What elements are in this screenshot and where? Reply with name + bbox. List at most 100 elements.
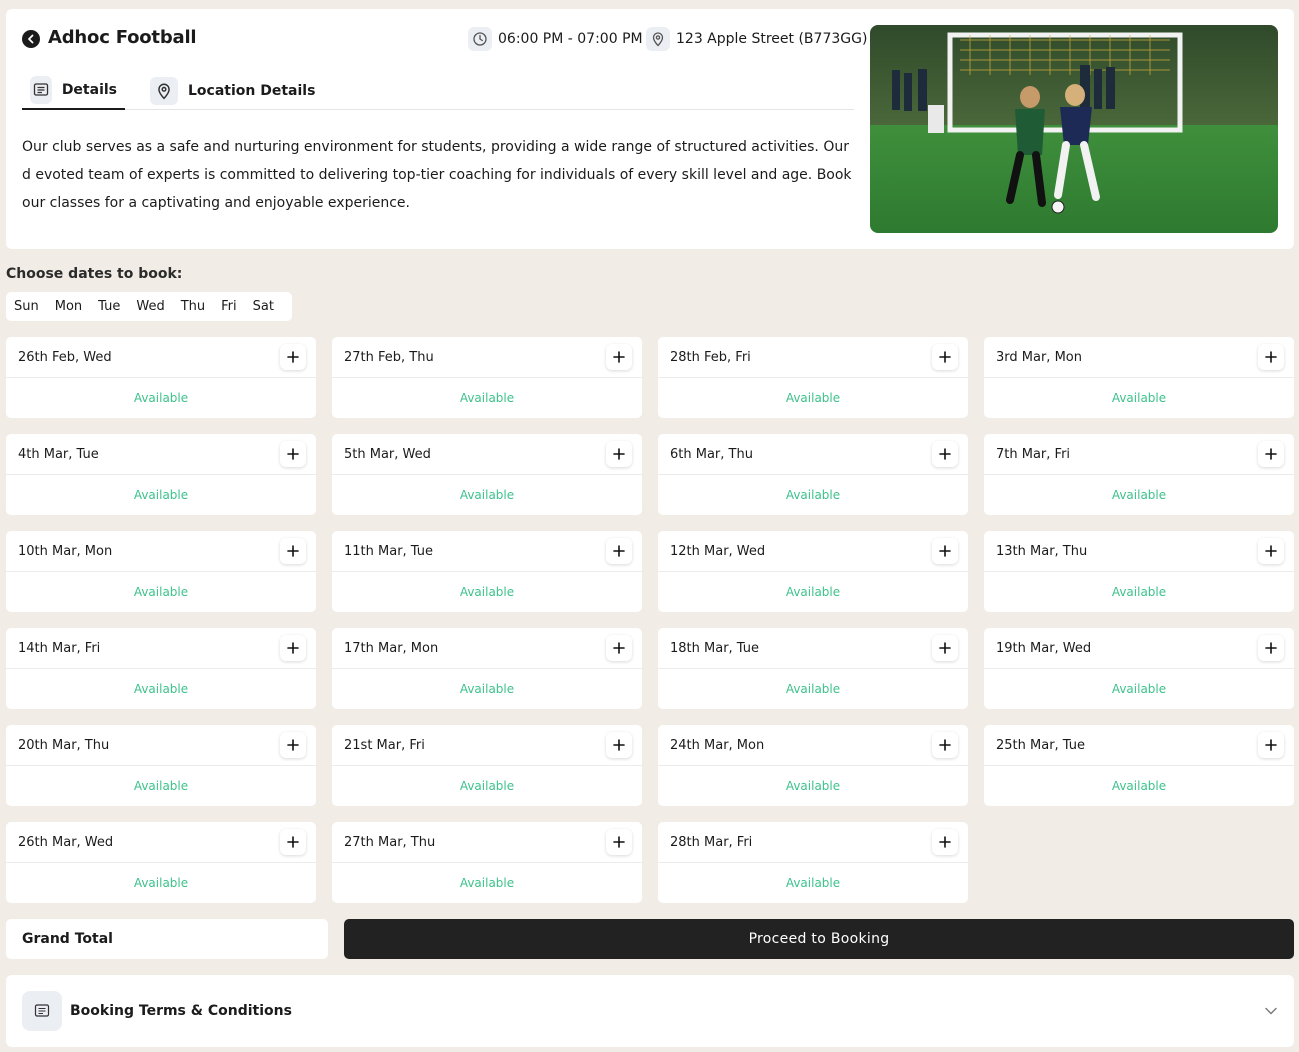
weekday-tue[interactable]: Tue (98, 299, 120, 314)
availability-status: Available (1111, 682, 1167, 696)
location-pin-icon (646, 27, 670, 51)
availability-status: Available (785, 585, 841, 599)
add-date-button[interactable] (1258, 635, 1284, 661)
add-date-button[interactable] (280, 344, 306, 370)
date-label: 25th Mar, Tue (996, 737, 1086, 753)
add-date-button[interactable] (280, 829, 306, 855)
event-description: Our club serves as a safe and nurturing … (22, 139, 852, 211)
add-date-button[interactable] (606, 441, 632, 467)
availability-status: Available (459, 391, 515, 405)
date-card-header: 11th Mar, Tue (332, 531, 642, 572)
availability-status: Available (133, 779, 189, 793)
chevron-down-icon[interactable] (1264, 1003, 1278, 1022)
date-card-header: 27th Feb, Thu (332, 337, 642, 378)
availability-status: Available (133, 391, 189, 405)
date-card-header: 14th Mar, Fri (6, 628, 316, 669)
date-card: 25th Mar, Tue Available (984, 725, 1294, 806)
plus-icon (1265, 545, 1277, 557)
add-date-button[interactable] (932, 344, 958, 370)
date-card: 27th Feb, Thu Available (332, 337, 642, 418)
availability-status: Available (459, 488, 515, 502)
tab-location-details[interactable]: Location Details (142, 72, 323, 110)
weekday-sat[interactable]: Sat (253, 299, 274, 314)
date-card: 3rd Mar, Mon Available (984, 337, 1294, 418)
plus-icon (939, 351, 951, 363)
date-label: 20th Mar, Thu (18, 737, 110, 753)
add-date-button[interactable] (932, 732, 958, 758)
date-card: 7th Mar, Fri Available (984, 434, 1294, 515)
tab-location-label: Location Details (188, 83, 316, 99)
availability-status: Available (785, 682, 841, 696)
add-date-button[interactable] (606, 344, 632, 370)
weekday-thu[interactable]: Thu (181, 299, 205, 314)
date-card: 21st Mar, Fri Available (332, 725, 642, 806)
add-date-button[interactable] (932, 829, 958, 855)
date-card: 28th Mar, Fri Available (658, 822, 968, 903)
date-card: 12th Mar, Wed Available (658, 531, 968, 612)
add-date-button[interactable] (1258, 344, 1284, 370)
add-date-button[interactable] (280, 635, 306, 661)
add-date-button[interactable] (932, 538, 958, 564)
add-date-button[interactable] (606, 732, 632, 758)
date-label: 26th Feb, Wed (18, 349, 112, 365)
date-card: 6th Mar, Thu Available (658, 434, 968, 515)
event-photo (870, 25, 1278, 233)
event-address-text: 123 Apple Street (B773GG) (676, 31, 868, 47)
add-date-button[interactable] (606, 538, 632, 564)
add-date-button[interactable] (932, 441, 958, 467)
availability-status: Available (133, 488, 189, 502)
plus-icon (613, 351, 625, 363)
add-date-button[interactable] (1258, 441, 1284, 467)
availability-status: Available (1111, 585, 1167, 599)
event-time-text: 06:00 PM - 07:00 PM (498, 31, 643, 47)
add-date-button[interactable] (606, 829, 632, 855)
date-card-header: 26th Feb, Wed (6, 337, 316, 378)
date-card-header: 21st Mar, Fri (332, 725, 642, 766)
plus-icon (613, 448, 625, 460)
choose-dates-label: Choose dates to book: (6, 266, 183, 282)
date-card: 24th Mar, Mon Available (658, 725, 968, 806)
event-header-card: Adhoc Football 06:00 PM - 07:00 PM 123 A… (6, 9, 1294, 249)
date-card: 28th Feb, Fri Available (658, 337, 968, 418)
event-address: 123 Apple Street (B773GG) (646, 27, 867, 51)
proceed-to-booking-button[interactable]: Proceed to Booking (344, 919, 1294, 959)
plus-icon (1265, 739, 1277, 751)
plus-icon (613, 739, 625, 751)
availability-status: Available (1111, 779, 1167, 793)
details-icon (30, 76, 52, 104)
date-card-header: 19th Mar, Wed (984, 628, 1294, 669)
date-card-header: 28th Mar, Fri (658, 822, 968, 863)
weekday-sun[interactable]: Sun (14, 299, 39, 314)
date-label: 13th Mar, Thu (996, 543, 1088, 559)
plus-icon (613, 545, 625, 557)
add-date-button[interactable] (606, 635, 632, 661)
date-card: 10th Mar, Mon Available (6, 531, 316, 612)
plus-icon (287, 739, 299, 751)
back-icon[interactable] (22, 30, 40, 48)
date-label: 11th Mar, Tue (344, 543, 434, 559)
date-label: 27th Mar, Thu (344, 834, 436, 850)
plus-icon (287, 836, 299, 848)
tab-details[interactable]: Details (22, 72, 125, 110)
add-date-button[interactable] (280, 732, 306, 758)
plus-icon (613, 642, 625, 654)
booking-terms-accordion[interactable]: Booking Terms & Conditions (6, 975, 1294, 1047)
date-label: 6th Mar, Thu (670, 446, 753, 462)
add-date-button[interactable] (932, 635, 958, 661)
add-date-button[interactable] (1258, 732, 1284, 758)
date-card: 19th Mar, Wed Available (984, 628, 1294, 709)
add-date-button[interactable] (280, 441, 306, 467)
date-card-header: 6th Mar, Thu (658, 434, 968, 475)
add-date-button[interactable] (1258, 538, 1284, 564)
date-card: 17th Mar, Mon Available (332, 628, 642, 709)
date-card-header: 4th Mar, Tue (6, 434, 316, 475)
clock-icon (468, 27, 492, 51)
date-card-header: 28th Feb, Fri (658, 337, 968, 378)
weekday-fri[interactable]: Fri (221, 299, 237, 314)
weekday-wed[interactable]: Wed (136, 299, 164, 314)
date-label: 19th Mar, Wed (996, 640, 1092, 656)
add-date-button[interactable] (280, 538, 306, 564)
plus-icon (939, 739, 951, 751)
date-label: 28th Mar, Fri (670, 834, 753, 850)
weekday-mon[interactable]: Mon (55, 299, 82, 314)
